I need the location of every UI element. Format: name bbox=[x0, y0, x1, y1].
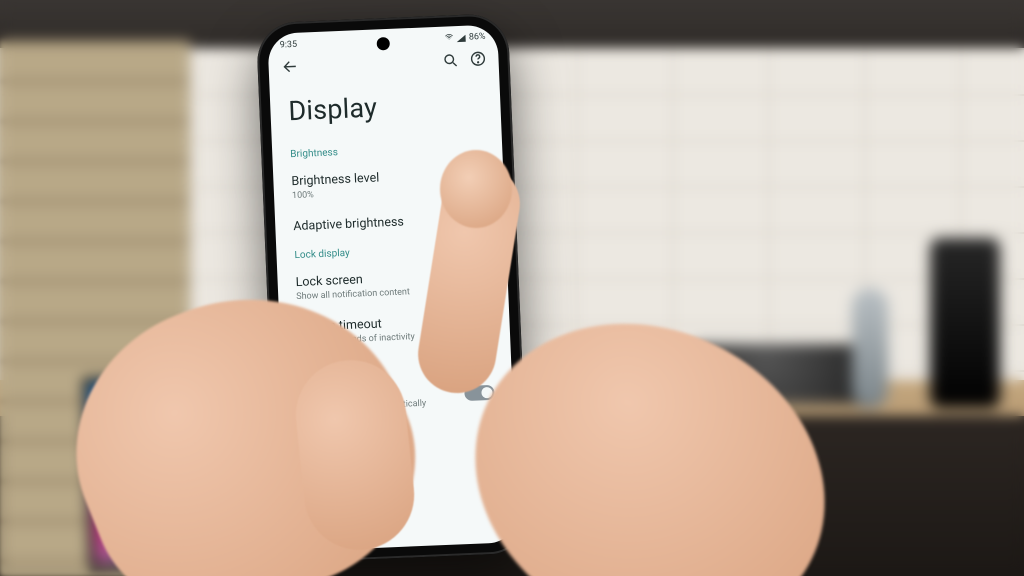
signal-icon bbox=[457, 34, 466, 41]
status-time: 9:35 bbox=[280, 40, 298, 51]
photo-scene: 9:35 86% bbox=[0, 0, 1024, 576]
page-title: Display bbox=[269, 66, 502, 144]
status-battery: 86% bbox=[469, 32, 486, 43]
camera-punch-hole bbox=[376, 37, 390, 51]
help-icon[interactable] bbox=[468, 49, 487, 68]
back-icon[interactable] bbox=[280, 57, 299, 76]
search-icon[interactable] bbox=[440, 50, 459, 69]
wifi-icon bbox=[445, 32, 454, 44]
right-fingertip bbox=[440, 150, 512, 228]
